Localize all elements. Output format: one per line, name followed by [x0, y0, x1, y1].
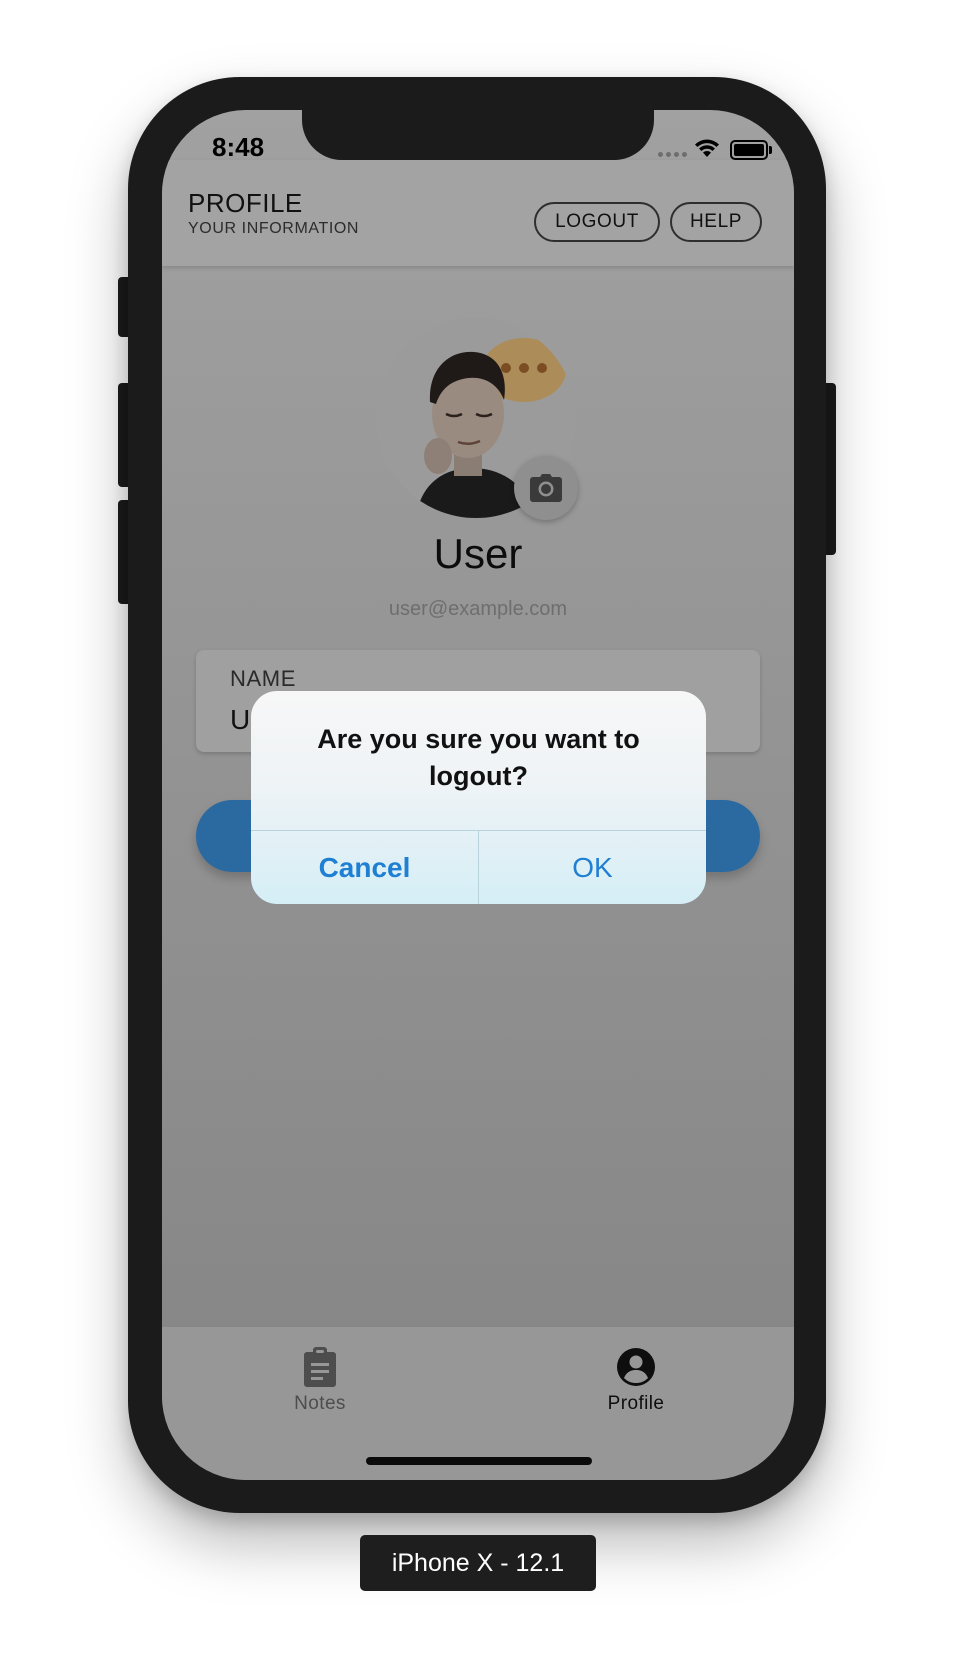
- app-header: PROFILE YOUR INFORMATION LOGOUT HELP: [162, 160, 794, 266]
- tab-notes[interactable]: Notes: [250, 1347, 390, 1415]
- camera-icon: [530, 474, 562, 502]
- logout-button[interactable]: LOGOUT: [534, 202, 660, 242]
- help-button[interactable]: HELP: [670, 202, 762, 242]
- page-subtitle: YOUR INFORMATION: [188, 220, 360, 237]
- tab-profile[interactable]: Profile: [566, 1347, 706, 1415]
- logout-confirm-dialog: Are you sure you want to logout? Cancel …: [251, 691, 706, 904]
- cellular-signal-icon: [658, 152, 687, 157]
- dialog-cancel-button[interactable]: Cancel: [251, 831, 478, 904]
- name-field-label: NAME: [230, 666, 296, 691]
- tab-profile-label: Profile: [607, 1393, 665, 1414]
- clipboard-icon: [304, 1347, 336, 1387]
- profile-name: User: [433, 530, 523, 577]
- profile-email: user@example.com: [388, 598, 568, 620]
- simulator-window: PROFILE YOUR INFORMATION LOGOUT HELP 8:4…: [0, 0, 956, 1662]
- device-caption: iPhone X - 12.1: [360, 1535, 596, 1591]
- home-indicator[interactable]: [366, 1457, 592, 1465]
- device-notch: [302, 110, 654, 160]
- wifi-icon: [695, 139, 719, 157]
- tab-notes-label: Notes: [294, 1393, 346, 1414]
- page-title: PROFILE: [188, 188, 303, 218]
- name-field-value: U: [230, 704, 251, 735]
- battery-icon: [730, 140, 772, 160]
- dialog-ok-button[interactable]: OK: [479, 831, 706, 904]
- status-time: 8:48: [212, 132, 265, 162]
- dialog-message: Are you sure you want to logout?: [317, 724, 640, 791]
- account-circle-icon: [617, 1348, 655, 1386]
- change-photo-button[interactable]: [514, 456, 578, 520]
- phone-screen: PROFILE YOUR INFORMATION LOGOUT HELP 8:4…: [162, 110, 794, 1480]
